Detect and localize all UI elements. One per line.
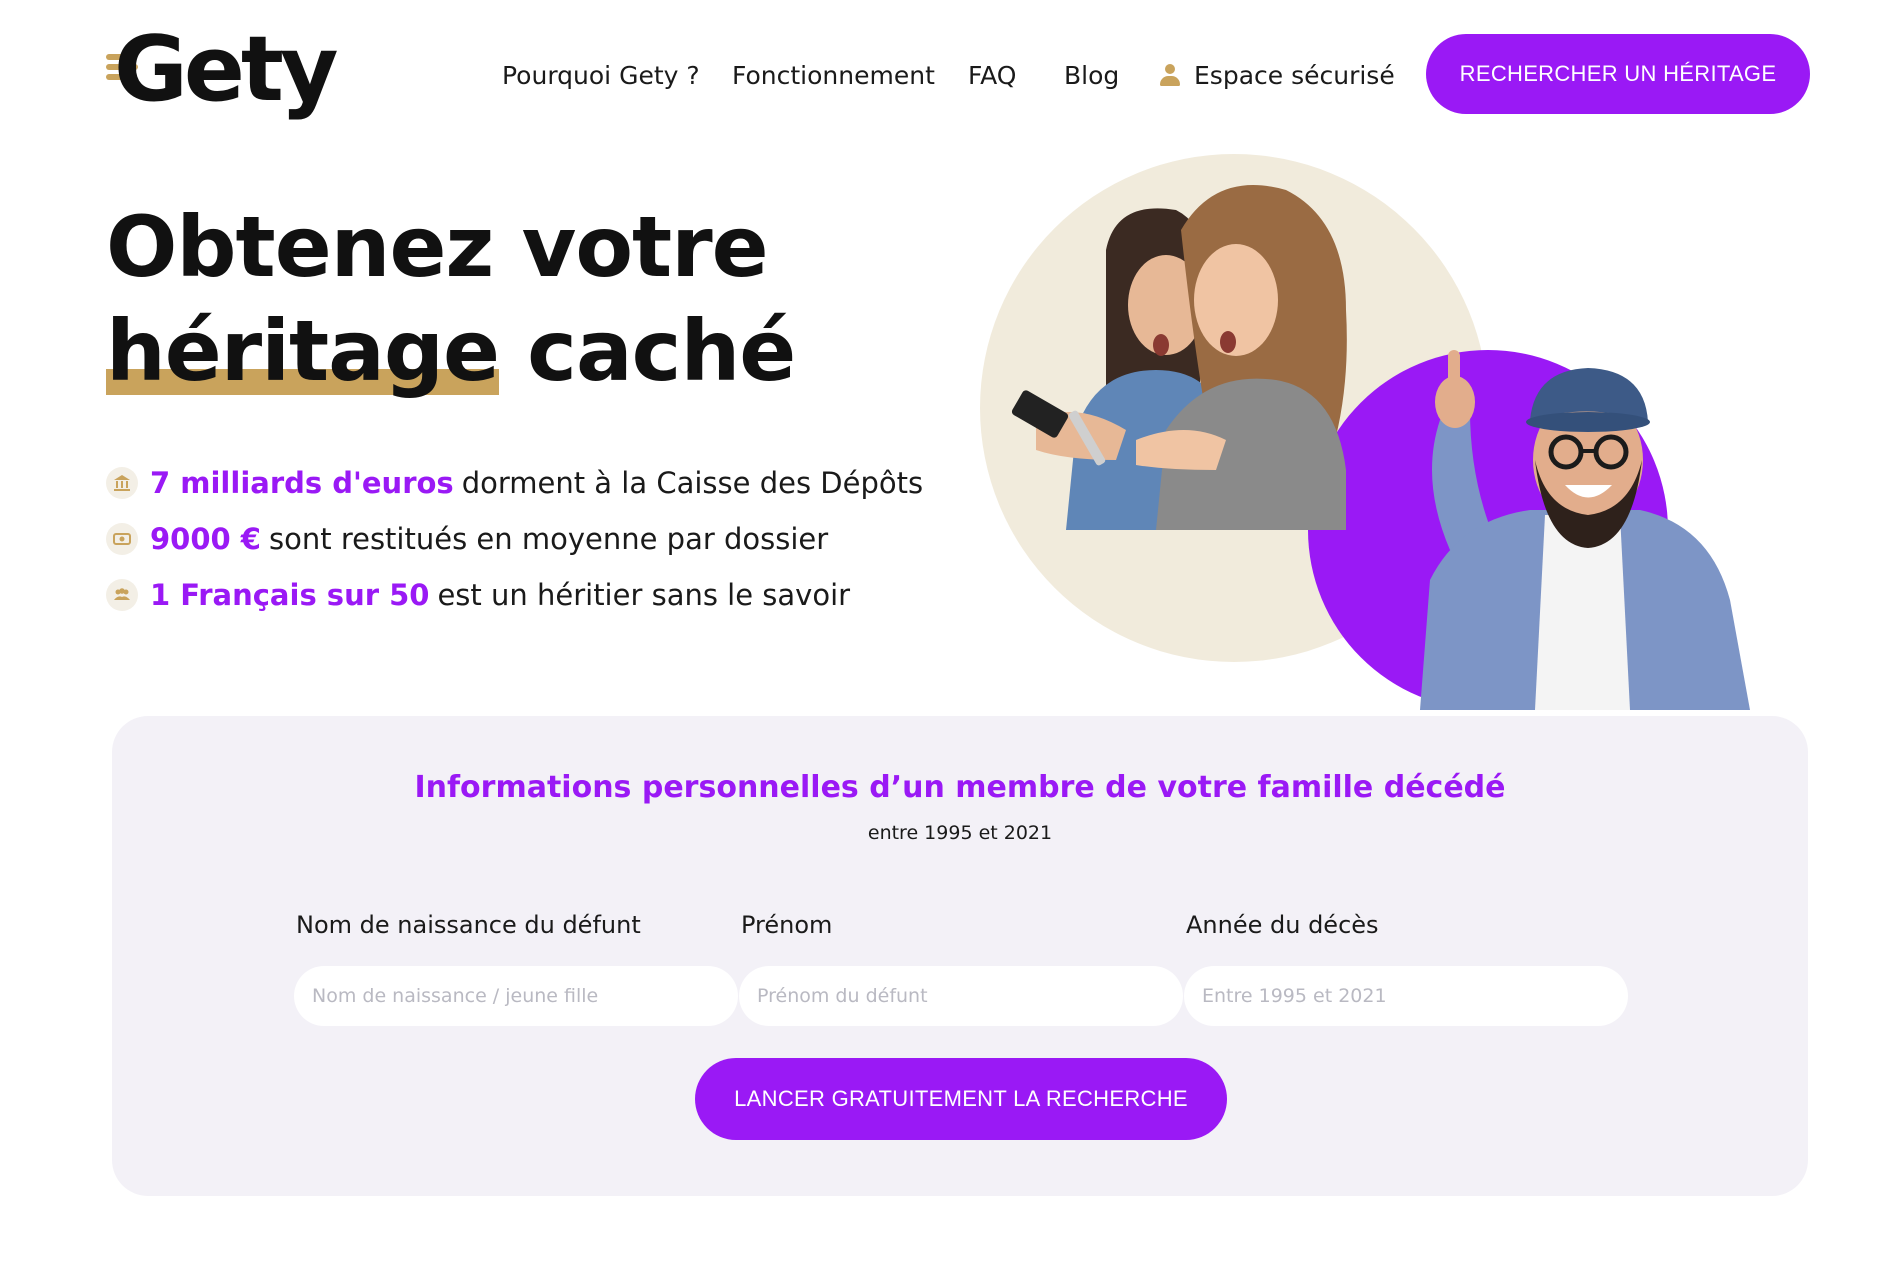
stat-item: 9000 € sont restitués en moyenne par dos…: [106, 511, 923, 567]
hero-title-highlight-text: héritage: [106, 302, 500, 400]
nom-naissance-label: Nom de naissance du défunt: [296, 911, 641, 939]
hero-title-highlight: héritage: [106, 299, 500, 403]
hero-title: Obtenez votre héritage caché: [106, 195, 796, 403]
hero-illustration: [950, 150, 1780, 710]
stat-highlight: 7 milliards d'euros: [150, 466, 454, 500]
nav-link-fonctionnement[interactable]: Fonctionnement: [732, 56, 935, 96]
annee-deces-label: Année du décès: [1186, 911, 1379, 939]
nom-naissance-input[interactable]: [294, 966, 738, 1026]
stat-item: 7 milliards d'euros dorment à la Caisse …: [106, 455, 923, 511]
stat-text: dorment à la Caisse des Dépôts: [461, 466, 924, 500]
stat-item: 1 Français sur 50 est un héritier sans l…: [106, 567, 923, 623]
nav-link-faq[interactable]: FAQ: [968, 56, 1016, 96]
hero-title-line2: héritage caché: [106, 299, 796, 403]
lancer-recherche-button[interactable]: LANCER GRATUITEMENT LA RECHERCHE: [695, 1058, 1227, 1140]
bank-icon: [106, 467, 138, 499]
hero-title-rest: caché: [498, 302, 796, 400]
smiling-man-photo: [1420, 350, 1750, 710]
stat-text: est un héritier sans le savoir: [437, 578, 851, 612]
stat-highlight: 9000 €: [150, 522, 261, 556]
field-annee-deces: Année du décès: [1184, 908, 1628, 1026]
search-card-subtitle: entre 1995 et 2021: [867, 822, 1053, 844]
field-nom-naissance: Nom de naissance du défunt: [294, 908, 738, 1026]
espace-securise-label: Espace sécurisé: [1194, 61, 1395, 90]
hero-stats: 7 milliards d'euros dorment à la Caisse …: [106, 455, 923, 623]
prenom-label: Prénom: [741, 911, 833, 939]
nav-link-blog[interactable]: Blog: [1064, 56, 1119, 96]
field-prenom: Prénom: [739, 908, 1183, 1026]
nav-link-espace-securise[interactable]: Espace sécurisé: [1160, 56, 1395, 99]
search-card-title: Informations personnelles d’un membre de…: [414, 770, 1506, 805]
money-icon: [106, 523, 138, 555]
user-icon: [1160, 64, 1180, 86]
stat-text: sont restitués en moyenne par dossier: [269, 522, 829, 556]
rechercher-heritage-button[interactable]: RECHERCHER UN HÉRITAGE: [1426, 34, 1810, 114]
annee-deces-input[interactable]: [1184, 966, 1628, 1026]
surprised-women-photo: [1011, 185, 1347, 530]
people-icon: [106, 579, 138, 611]
search-card: Informations personnelles d’un membre de…: [112, 716, 1808, 1196]
nav-link-pourquoi-gety[interactable]: Pourquoi Gety ?: [502, 56, 700, 96]
stat-highlight: 1 Français sur 50: [150, 578, 430, 612]
hero-title-line1: Obtenez votre: [106, 198, 769, 296]
prenom-input[interactable]: [739, 966, 1183, 1026]
